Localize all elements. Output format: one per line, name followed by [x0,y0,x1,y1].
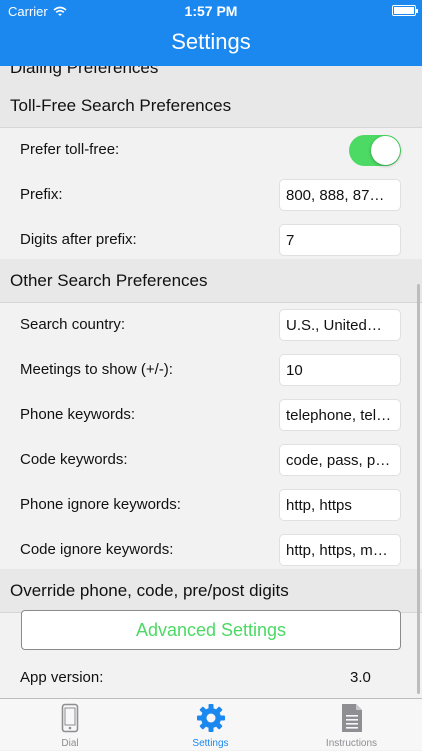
toggle-knob [371,136,400,165]
section-header-label: Override phone, code, pre/post digits [10,581,289,600]
digits-after-prefix-row: Digits after prefix: 7 [0,218,422,263]
prefix-row: Prefix: 800, 888, 87… [0,173,422,218]
section-header-label: Dialing Preferences [10,66,159,77]
code-ignore-keywords-field[interactable]: http, https, m… [279,534,401,566]
advanced-settings-button[interactable]: Advanced Settings [21,610,401,650]
section-header-other: Other Search Preferences [0,259,422,303]
app-version-label: App version: [20,669,104,686]
phone-keywords-row: Phone keywords: telephone, tel… [0,393,422,438]
phone-keywords-label: Phone keywords: [20,406,136,423]
tab-settings[interactable]: Settings [140,699,281,751]
status-time: 1:57 PM [184,3,238,19]
search-country-field[interactable]: U.S., United… [279,309,401,341]
battery-icon [392,5,418,16]
gear-icon [196,704,225,732]
prefix-field[interactable]: 800, 888, 87… [279,179,401,211]
digits-after-prefix-field[interactable]: 7 [279,224,401,256]
tab-label: Dial [61,738,79,749]
phone-keywords-field[interactable]: telephone, tel… [279,399,401,431]
phone-ignore-keywords-row: Phone ignore keywords: http, https [0,483,422,528]
meetings-to-show-label: Meetings to show (+/-): [20,361,173,378]
digits-after-prefix-label: Digits after prefix: [20,231,137,248]
tab-label: Settings [192,738,229,749]
tab-bar: Dial Settings Instructions [0,698,422,750]
app-version-value: 3.0 [350,669,371,686]
page-title: Settings [171,29,251,54]
prefer-toll-free-row: Prefer toll-free: [0,128,422,173]
prefer-toll-free-label: Prefer toll-free: [20,141,120,158]
section-header-dialing: Dialing Preferences [0,66,422,84]
section-header-label: Other Search Preferences [10,271,208,290]
phone-ignore-keywords-label: Phone ignore keywords: [20,496,181,513]
section-header-label: Toll-Free Search Preferences [10,96,232,115]
section-header-override: Override phone, code, pre/post digits [0,569,422,613]
meetings-to-show-field[interactable]: 10 [279,354,401,386]
code-keywords-row: Code keywords: code, pass, p… [0,438,422,483]
phone-icon [61,703,79,733]
document-icon [341,704,362,732]
code-keywords-field[interactable]: code, pass, p… [279,444,401,476]
settings-list[interactable]: Dialing Preferences Toll-Free Search Pre… [0,66,422,698]
app-version-row: App version: 3.0 [0,656,422,698]
tab-label: Instructions [325,738,378,749]
search-country-row: Search country: U.S., United… [0,303,422,348]
prefix-label: Prefix: [20,186,63,203]
meetings-to-show-row: Meetings to show (+/-): 10 [0,348,422,393]
code-ignore-keywords-row: Code ignore keywords: http, https, m… [0,528,422,573]
section-header-toll-free: Toll-Free Search Preferences [0,84,422,128]
code-ignore-keywords-label: Code ignore keywords: [20,541,174,558]
code-keywords-label: Code keywords: [20,451,128,468]
prefer-toll-free-toggle[interactable] [349,135,401,166]
navigation-bar: Settings [0,22,422,66]
search-country-label: Search country: [20,316,126,333]
tab-instructions[interactable]: Instructions [281,699,422,751]
scroll-indicator[interactable] [417,284,420,694]
tab-dial[interactable]: Dial [0,699,140,751]
phone-ignore-keywords-field[interactable]: http, https [279,489,401,521]
status-bar: Carrier 1:57 PM [0,0,422,22]
